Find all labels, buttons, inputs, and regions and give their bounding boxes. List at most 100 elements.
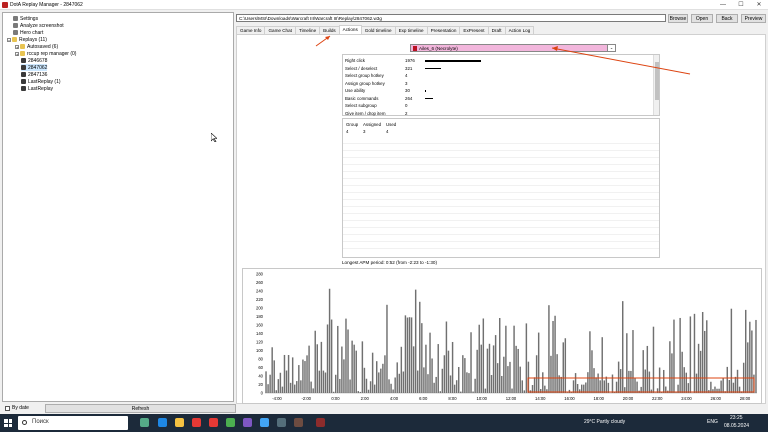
apm-bar bbox=[509, 361, 511, 393]
taskbar-search[interactable]: Поиск bbox=[18, 416, 128, 430]
weather[interactable]: 29°C Partly cloudy bbox=[584, 419, 625, 425]
x-tick-label: 12:00 bbox=[506, 396, 517, 401]
windows-start-icon[interactable] bbox=[4, 419, 12, 427]
folder-icon bbox=[20, 44, 25, 49]
tree-item-replay-2847136[interactable]: 2847136 bbox=[21, 71, 47, 78]
apm-bar bbox=[337, 325, 339, 393]
tree-item-rccup[interactable]: + rccup rep manager (0) bbox=[15, 50, 76, 57]
minimize-button[interactable]: — bbox=[714, 0, 732, 10]
close-button[interactable]: ✕ bbox=[750, 0, 768, 10]
open-button[interactable]: Open bbox=[691, 14, 713, 23]
by-date-checkbox[interactable]: By date bbox=[5, 405, 29, 411]
apm-bar bbox=[363, 367, 366, 393]
tab-action-log[interactable]: Action Log bbox=[504, 26, 535, 34]
apm-bar bbox=[542, 372, 544, 393]
tree-item-lastreplay-1[interactable]: LastReplay (1) bbox=[21, 78, 61, 85]
apm-bar bbox=[478, 324, 480, 393]
clock-date[interactable]: 08.05.2024 bbox=[724, 423, 749, 429]
apm-bar bbox=[265, 371, 267, 393]
apm-bar bbox=[367, 389, 370, 393]
app-icon-2[interactable] bbox=[260, 418, 269, 427]
apm-bar bbox=[300, 380, 302, 393]
apm-bar bbox=[732, 382, 735, 393]
apm-bar bbox=[421, 323, 423, 393]
language-indicator[interactable]: ENG bbox=[707, 419, 718, 425]
player-select[interactable]: Ailes_6 (Necrolyte) ⌄ bbox=[410, 44, 616, 52]
tab-timeline[interactable]: Timeline bbox=[294, 26, 321, 34]
apm-bar bbox=[388, 379, 390, 393]
chevron-down-icon[interactable]: ⌄ bbox=[607, 45, 615, 51]
apm-bar bbox=[269, 374, 271, 393]
apm-bar bbox=[556, 354, 558, 393]
expand-icon[interactable]: + bbox=[15, 51, 19, 56]
y-tick-label: 120 bbox=[256, 340, 264, 345]
apm-bar bbox=[687, 383, 690, 393]
expand-icon[interactable]: + bbox=[15, 44, 19, 49]
tree-item-replays[interactable]: − Replays (11) bbox=[7, 36, 47, 43]
tab-expresent[interactable]: ExPresent bbox=[459, 26, 489, 34]
chrome-icon[interactable] bbox=[226, 418, 235, 427]
longest-apm-period: Longest APM period: 0:52 (from -2:23 to … bbox=[342, 260, 437, 265]
table-row: Select group hotkey 4 bbox=[345, 72, 425, 80]
tab-draft[interactable]: Draft bbox=[487, 26, 506, 34]
edge-icon[interactable] bbox=[158, 418, 167, 427]
groups-table[interactable]: Group Assigned Used 4 3 4 bbox=[342, 118, 660, 258]
replay-path-input[interactable]: C:\Users\MSI\Downloads\Warcraft III\Warc… bbox=[236, 14, 666, 22]
replay-tree[interactable]: Settings Analyze screenshot Hero chart −… bbox=[2, 12, 234, 402]
tree-item-settings[interactable]: Settings bbox=[13, 15, 38, 22]
tree-item-autosaved[interactable]: + Autosaved (6) bbox=[15, 43, 58, 50]
apm-bar bbox=[636, 381, 638, 393]
apm-bar bbox=[513, 325, 515, 393]
tree-item-hero-chart[interactable]: Hero chart bbox=[13, 29, 43, 36]
tab-game-chat[interactable]: Game Chat bbox=[264, 26, 296, 34]
table-row: Give item / drop item 2 bbox=[345, 110, 425, 118]
apm-bar bbox=[392, 389, 394, 393]
apm-bar bbox=[400, 346, 403, 393]
tab-exp-timeline[interactable]: Exp timeline bbox=[394, 26, 428, 34]
apm-bar bbox=[486, 348, 489, 393]
checkbox-box[interactable] bbox=[5, 405, 10, 411]
task-view-icon[interactable] bbox=[140, 418, 149, 427]
apm-bar bbox=[441, 368, 444, 393]
search-icon bbox=[22, 420, 27, 425]
actions-table[interactable]: Right click 1976 Select / deselect 321 Selec… bbox=[342, 54, 660, 116]
gear-icon bbox=[13, 23, 18, 28]
maximize-button[interactable]: ☐ bbox=[732, 0, 750, 10]
tree-item-replay-2846678[interactable]: 2846678 bbox=[21, 57, 47, 64]
explorer-icon[interactable] bbox=[175, 418, 184, 427]
replay-manager-icon[interactable] bbox=[316, 418, 325, 427]
browse-button[interactable]: Browse bbox=[668, 14, 688, 23]
apm-bar bbox=[328, 288, 331, 393]
tab-presentation[interactable]: Presentation bbox=[426, 26, 461, 34]
apm-bar bbox=[499, 318, 501, 393]
tree-item-analyze-screenshot[interactable]: Analyze screenshot bbox=[13, 22, 64, 29]
tab-game-info[interactable]: Game Info bbox=[236, 26, 266, 34]
collapse-icon[interactable]: − bbox=[7, 37, 11, 42]
scrollbar-thumb[interactable] bbox=[655, 62, 659, 100]
apm-bar bbox=[527, 361, 530, 393]
apm-bar bbox=[683, 367, 685, 393]
back-button[interactable]: Back bbox=[716, 14, 738, 23]
tab-builds[interactable]: Builds bbox=[319, 26, 340, 34]
x-tick-label: 20:00 bbox=[623, 396, 634, 401]
actions-scrollbar[interactable] bbox=[653, 55, 659, 115]
apm-bar bbox=[472, 391, 474, 393]
tree-item-replay-2847062[interactable]: 2847062 bbox=[21, 64, 48, 71]
apm-bar bbox=[291, 357, 294, 393]
apm-bar bbox=[533, 377, 536, 393]
warcraft-icon[interactable] bbox=[294, 418, 303, 427]
apm-bar bbox=[568, 389, 571, 393]
tab-actions[interactable]: Actions bbox=[338, 25, 362, 34]
steam-icon[interactable] bbox=[277, 418, 286, 427]
preview-button[interactable]: Preview bbox=[741, 14, 766, 23]
yandex-icon[interactable] bbox=[192, 418, 201, 427]
tree-item-lastreplay[interactable]: LastReplay bbox=[21, 85, 53, 92]
youtube-icon[interactable] bbox=[209, 418, 218, 427]
tab-gold-timeline[interactable]: Gold timeline bbox=[360, 26, 396, 34]
apm-bar bbox=[726, 366, 728, 393]
apm-bar bbox=[521, 380, 523, 393]
clock-time[interactable]: 23:25 bbox=[730, 415, 743, 421]
apm-bar bbox=[396, 362, 398, 393]
discord-icon[interactable] bbox=[243, 418, 252, 427]
refresh-button[interactable]: Refresh bbox=[45, 404, 236, 413]
